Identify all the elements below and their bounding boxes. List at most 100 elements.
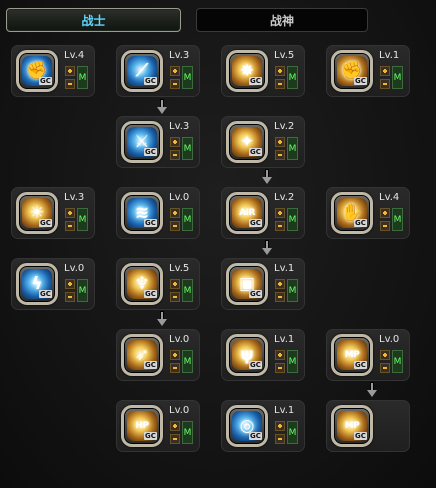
skill-icon-button[interactable]: ✦ GC: [226, 121, 268, 163]
gc-badge: GC: [144, 361, 157, 369]
max-level-button[interactable]: M: [287, 421, 298, 444]
level-up-button[interactable]: [380, 208, 390, 218]
level-up-button[interactable]: [170, 350, 180, 360]
skill-slot: ☀ GC Lv.3 M: [11, 187, 95, 239]
level-up-button[interactable]: [170, 279, 180, 289]
skill-level: Lv.0: [169, 192, 190, 203]
gc-badge: GC: [354, 219, 367, 227]
level-up-button[interactable]: [275, 350, 285, 360]
skill-icon-button[interactable]: ϟ GC: [16, 263, 58, 305]
skill-level: Lv.4: [64, 50, 85, 61]
skill-icon-button[interactable]: ☀ GC: [16, 192, 58, 234]
level-down-button[interactable]: [275, 434, 285, 444]
skill-icon-button[interactable]: ◎ GC: [226, 405, 268, 447]
tab-warrior[interactable]: 战士: [6, 8, 181, 32]
gc-badge: GC: [354, 77, 367, 85]
level-up-button[interactable]: [170, 137, 180, 147]
level-down-button[interactable]: [65, 221, 75, 231]
max-level-button[interactable]: M: [182, 421, 193, 444]
gc-badge: GC: [144, 432, 157, 440]
skill-icon-button[interactable]: ✋ GC: [331, 192, 373, 234]
level-up-button[interactable]: [275, 421, 285, 431]
skill-icon-button[interactable]: ⚔ GC: [121, 121, 163, 163]
skill-icon-button[interactable]: ✊ GC: [16, 50, 58, 92]
level-down-button[interactable]: [170, 221, 180, 231]
level-up-button[interactable]: [65, 279, 75, 289]
level-down-button[interactable]: [170, 292, 180, 302]
arrow-down-icon: [262, 240, 272, 255]
level-up-button[interactable]: [380, 350, 390, 360]
tab-war-god[interactable]: 战神: [196, 8, 368, 32]
skill-icon-button[interactable]: ⟋ GC: [121, 50, 163, 92]
skill-icon-button[interactable]: HP GC: [121, 405, 163, 447]
skill-slot: MP GC: [326, 400, 410, 452]
skill-level: Lv.3: [64, 192, 85, 203]
max-level-button[interactable]: M: [182, 208, 193, 231]
max-level-button[interactable]: M: [182, 66, 193, 89]
level-down-button[interactable]: [170, 79, 180, 89]
max-level-button[interactable]: M: [392, 66, 403, 89]
max-level-button[interactable]: M: [182, 350, 193, 373]
max-level-button[interactable]: M: [77, 208, 88, 231]
skill-slot: ϟ GC Lv.0 M: [11, 258, 95, 310]
skill-level: Lv.0: [169, 334, 190, 345]
max-level-button[interactable]: M: [287, 66, 298, 89]
skill-level: Lv.1: [379, 50, 400, 61]
skill-level: Lv.5: [274, 50, 295, 61]
level-down-button[interactable]: [170, 150, 180, 160]
max-level-button[interactable]: M: [287, 350, 298, 373]
max-level-button[interactable]: M: [77, 66, 88, 89]
level-up-button[interactable]: [170, 66, 180, 76]
gc-badge: GC: [249, 290, 262, 298]
level-up-button[interactable]: [170, 208, 180, 218]
max-level-button[interactable]: M: [182, 279, 193, 302]
level-down-button[interactable]: [275, 363, 285, 373]
skill-slot: ♆ GC Lv.5 M: [116, 258, 200, 310]
level-up-button[interactable]: [275, 279, 285, 289]
skill-icon-button[interactable]: ≋ GC: [121, 192, 163, 234]
gc-badge: GC: [249, 219, 262, 227]
level-up-button[interactable]: [275, 137, 285, 147]
skill-icon-button[interactable]: ♆ GC: [121, 263, 163, 305]
level-down-button[interactable]: [380, 79, 390, 89]
skill-level: Lv.5: [169, 263, 190, 274]
level-down-button[interactable]: [380, 221, 390, 231]
level-down-button[interactable]: [65, 292, 75, 302]
level-up-button[interactable]: [65, 66, 75, 76]
gc-badge: GC: [39, 77, 52, 85]
level-down-button[interactable]: [275, 221, 285, 231]
skill-icon-button[interactable]: ✊ GC: [331, 50, 373, 92]
level-up-button[interactable]: [275, 208, 285, 218]
level-down-button[interactable]: [170, 434, 180, 444]
level-down-button[interactable]: [65, 79, 75, 89]
max-level-button[interactable]: M: [392, 208, 403, 231]
skill-slot: ◎ GC Lv.1 M: [221, 400, 305, 452]
level-up-button[interactable]: [380, 66, 390, 76]
level-up-button[interactable]: [170, 421, 180, 431]
level-up-button[interactable]: [65, 208, 75, 218]
level-down-button[interactable]: [275, 79, 285, 89]
level-down-button[interactable]: [275, 292, 285, 302]
max-level-button[interactable]: M: [182, 137, 193, 160]
level-up-button[interactable]: [275, 66, 285, 76]
gc-badge: GC: [354, 361, 367, 369]
skill-icon-button[interactable]: ψ GC: [226, 334, 268, 376]
skill-slot: MP GC Lv.0 M: [326, 329, 410, 381]
skill-icon-button[interactable]: ➶ GC: [121, 334, 163, 376]
skill-icon-button[interactable]: MP GC: [331, 405, 373, 447]
skill-icon-button[interactable]: MP GC: [331, 334, 373, 376]
level-down-button[interactable]: [380, 363, 390, 373]
max-level-button[interactable]: M: [287, 279, 298, 302]
level-down-button[interactable]: [170, 363, 180, 373]
skill-icon-button[interactable]: AIR GC: [226, 192, 268, 234]
skill-slot: ✦ GC Lv.2 M: [221, 116, 305, 168]
skill-icon-button[interactable]: ✸ GC: [226, 50, 268, 92]
max-level-button[interactable]: M: [287, 137, 298, 160]
max-level-button[interactable]: M: [77, 279, 88, 302]
skill-level: Lv.1: [274, 334, 295, 345]
level-down-button[interactable]: [275, 150, 285, 160]
gc-badge: GC: [354, 432, 367, 440]
max-level-button[interactable]: M: [392, 350, 403, 373]
max-level-button[interactable]: M: [287, 208, 298, 231]
skill-icon-button[interactable]: ▣ GC: [226, 263, 268, 305]
